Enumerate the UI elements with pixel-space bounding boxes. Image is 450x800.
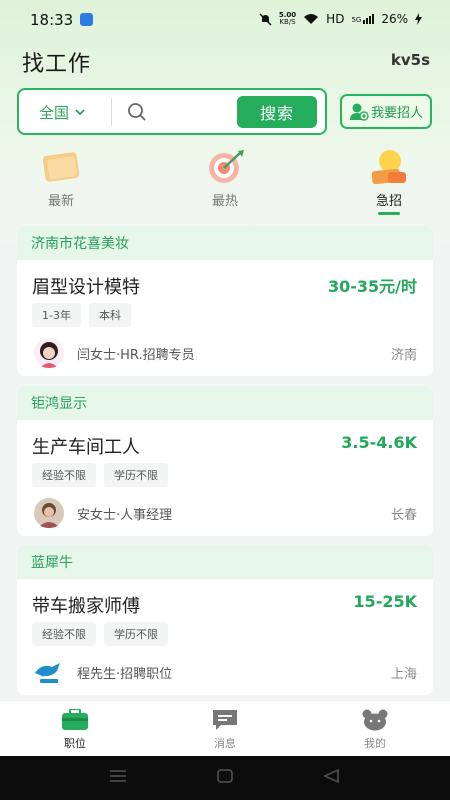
tab-hottest-label: 最热 [211,194,238,209]
company-name: 钜鸿显示 [17,386,433,420]
job-tag: 本科 [88,303,131,327]
target-icon [209,150,244,183]
tab-newest[interactable]: 最新 [16,148,106,209]
page-title: 找工作 [22,52,92,77]
nav-profile[interactable]: 我的 [335,709,415,751]
job-salary: 3.5-4.6K [341,433,417,452]
region-label: 全国 [39,104,70,122]
job-card[interactable]: 钜鸿显示 生产车间工人 3.5-4.6K 经验不限 学历不限 安女士·人事经理 … [17,386,433,536]
tab-hottest[interactable]: 最热 [180,148,270,209]
mute-bell-icon [259,12,272,26]
nav-messages-label: 消息 [214,737,236,750]
recruiter-avatar [32,338,66,368]
status-time: 18:33 [30,11,74,29]
job-title: 带车搬家师傅 [32,596,140,617]
job-tag: 学历不限 [104,463,168,487]
system-nav-bar [0,756,450,800]
recruiter-name: 闫女士·HR.招聘专员 [77,348,195,363]
nav-jobs[interactable]: 职位 [35,709,115,751]
active-tab-indicator [378,212,400,215]
tab-newest-label: 最新 [47,194,74,209]
charging-icon [415,13,422,25]
nav-jobs-label: 职位 [64,737,86,750]
search-input[interactable] [154,98,234,126]
message-icon [213,710,237,730]
job-city: 上海 [390,667,417,682]
network-speed: 5.00 KB/S [278,11,297,26]
back-icon[interactable] [323,769,339,783]
chevron-down-icon [75,109,85,116]
battery-level: 26% [381,12,408,26]
company-name: 蓝犀牛 [17,545,433,579]
recruit-button[interactable]: 我要招人 [340,94,432,129]
job-tags: 经验不限 学历不限 [32,463,168,487]
scroll-icon [42,152,80,182]
search-icon [128,103,146,121]
app-notification-icon [80,13,93,26]
job-tag: 1-3年 [32,303,81,327]
company-logo [32,657,66,687]
job-card[interactable]: 蓝犀牛 带车搬家师傅 15-25K 经验不限 学历不限 程先生·招聘职位 上海 [17,545,433,695]
tab-urgent-label: 急招 [375,194,402,209]
company-name: 济南市花喜美妆 [17,226,433,260]
user-add-icon [349,103,369,121]
recruiter-avatar [32,498,66,528]
briefcase-icon [62,709,88,730]
recruiter-name: 程先生·招聘职位 [77,667,173,682]
nav-messages[interactable]: 消息 [185,709,265,751]
job-tag: 经验不限 [32,463,96,487]
menu-icon[interactable] [110,769,126,783]
region-select[interactable]: 全国 [39,102,85,123]
divider [111,98,112,126]
search-button[interactable]: 搜索 [237,96,317,128]
user-code: kv5s [390,51,430,69]
recruiter-name: 安女士·人事经理 [77,508,173,523]
job-tag: 经验不限 [32,622,96,646]
bulb-alarm-icon [371,150,406,185]
job-title: 眉型设计模特 [32,277,140,298]
status-bar: 18:33 5.00 KB/S HD 5G 26% [0,0,450,40]
home-icon[interactable] [217,769,233,783]
recruit-label: 我要招人 [370,106,423,121]
tab-urgent[interactable]: 急招 [344,148,434,215]
job-city: 长春 [390,508,417,523]
job-tags: 经验不限 学历不限 [32,622,168,646]
job-city: 济南 [390,348,417,363]
job-salary: 15-25K [353,592,417,611]
network-hd: HD [326,12,345,26]
job-tag: 学历不限 [104,622,168,646]
nav-profile-label: 我的 [364,737,386,750]
bear-icon [362,709,388,731]
bottom-nav: 职位 消息 我的 [0,700,450,756]
status-indicators: 5.00 KB/S HD 5G 26% [259,12,422,26]
job-card[interactable]: 济南市花喜美妆 眉型设计模特 30-35元/时 1-3年 本科 闫女士·HR.招… [17,226,433,376]
job-salary: 30-35元/时 [327,277,417,296]
signal-icon: 5G [351,14,375,24]
search-box: 全国 搜索 [17,88,327,135]
job-tags: 1-3年 本科 [32,303,131,327]
job-title: 生产车间工人 [32,437,140,458]
wifi-icon [304,14,319,24]
